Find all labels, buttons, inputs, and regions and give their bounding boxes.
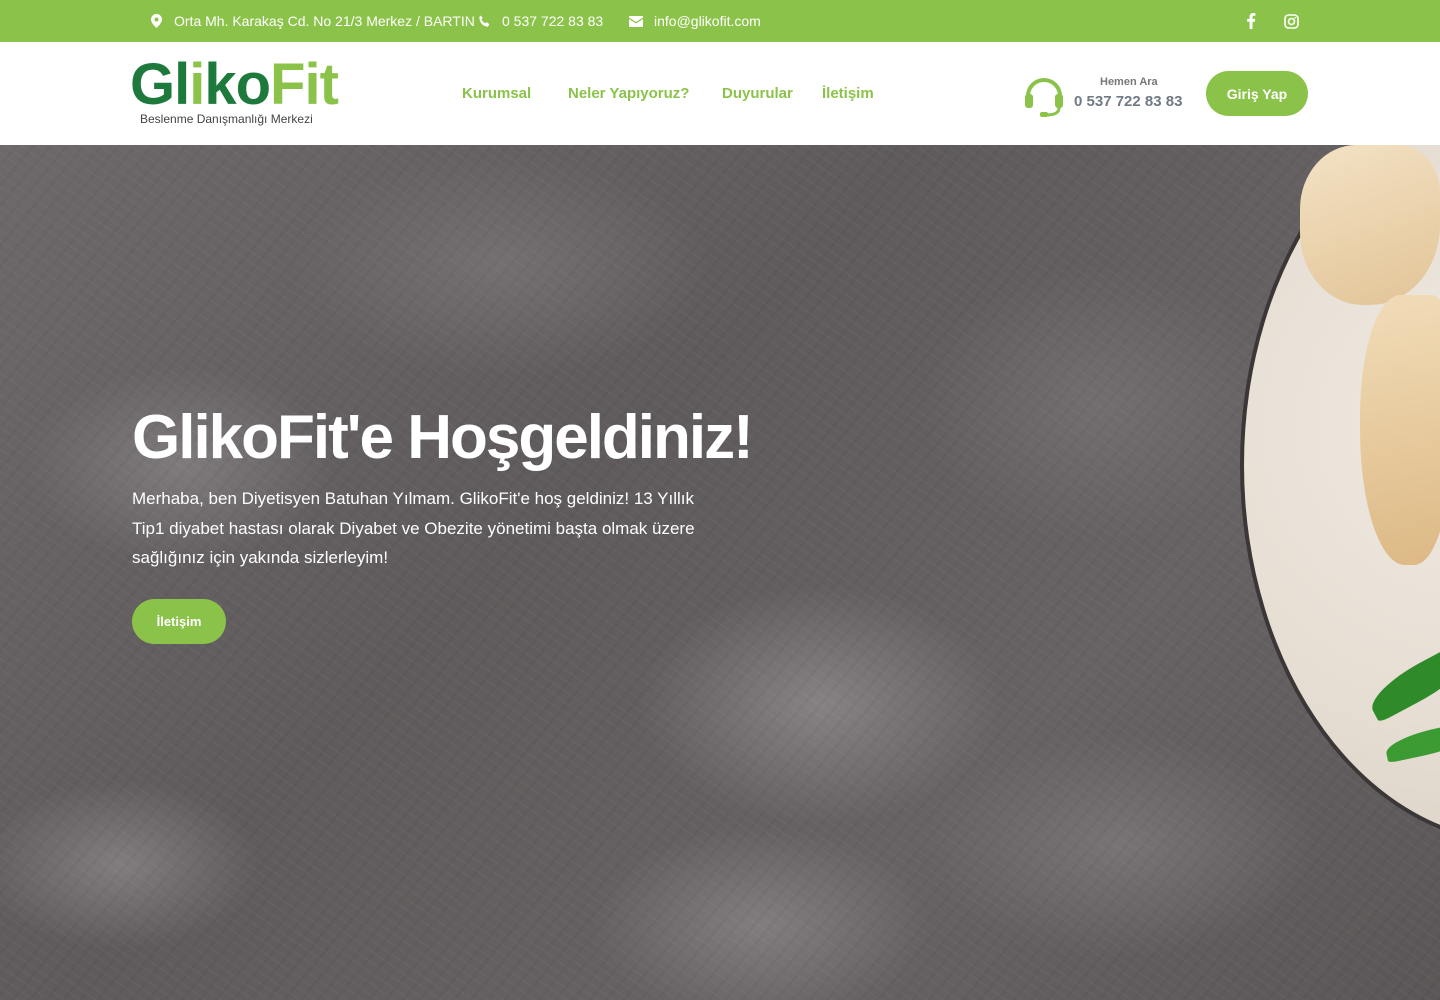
topbar-email-text[interactable]: info@glikofit.com <box>654 13 761 29</box>
headset-icon <box>1022 72 1066 118</box>
logo-part-gl: Gl <box>130 52 190 117</box>
site-logo[interactable]: GlikoFit Beslenme Danışmanlığı Merkezi <box>130 54 340 132</box>
nav-item-iletisim[interactable]: İletişim <box>822 42 874 145</box>
login-button[interactable]: Giriş Yap <box>1206 71 1308 116</box>
chicken-image-piece <box>1300 145 1440 305</box>
site-header: GlikoFit Beslenme Danışmanlığı Merkezi K… <box>0 42 1440 145</box>
chicken-image-piece <box>1360 295 1440 565</box>
logo-part-fit: Fit <box>270 52 339 117</box>
envelope-icon <box>628 13 644 29</box>
facebook-icon[interactable] <box>1246 0 1256 42</box>
hero-background-texture <box>0 145 1440 1000</box>
topbar-address: Orta Mh. Karakaş Cd. No 21/3 Merkez / BA… <box>148 0 475 42</box>
topbar-phone-text[interactable]: 0 537 722 83 83 <box>502 13 603 29</box>
logo-part-i: i <box>189 52 205 117</box>
phone-icon <box>476 13 492 29</box>
hero-description: Merhaba, ben Diyetisyen Batuhan Yılmam. … <box>132 489 695 567</box>
logo-wordmark: GlikoFit <box>130 52 339 117</box>
instagram-icon[interactable] <box>1284 0 1299 42</box>
call-label: Hemen Ara <box>1100 76 1158 88</box>
map-marker-icon <box>148 13 164 29</box>
call-now-block[interactable]: Hemen Ara 0 537 722 83 83 <box>1022 72 1192 118</box>
logo-part-ko: ko <box>204 52 271 117</box>
hero-section: GlikoFit'e Hoşgeldiniz! Merhaba, ben Diy… <box>0 145 1440 1000</box>
topbar-email[interactable]: info@glikofit.com <box>628 0 761 42</box>
call-number[interactable]: 0 537 722 83 83 <box>1074 93 1182 110</box>
nav-item-duyurular[interactable]: Duyurular <box>722 42 793 145</box>
nav-item-neler-yapiyoruz[interactable]: Neler Yapıyoruz? <box>568 42 689 145</box>
logo-tagline: Beslenme Danışmanlığı Merkezi <box>140 112 313 126</box>
topbar-address-text: Orta Mh. Karakaş Cd. No 21/3 Merkez / BA… <box>174 13 475 29</box>
nav-item-kurumsal[interactable]: Kurumsal <box>462 42 531 145</box>
top-bar: Orta Mh. Karakaş Cd. No 21/3 Merkez / BA… <box>0 0 1440 42</box>
topbar-phone[interactable]: 0 537 722 83 83 <box>476 0 603 42</box>
hero-title: GlikoFit'e Hoşgeldiniz! <box>132 403 754 472</box>
hero-contact-button[interactable]: İletişim <box>132 599 226 644</box>
